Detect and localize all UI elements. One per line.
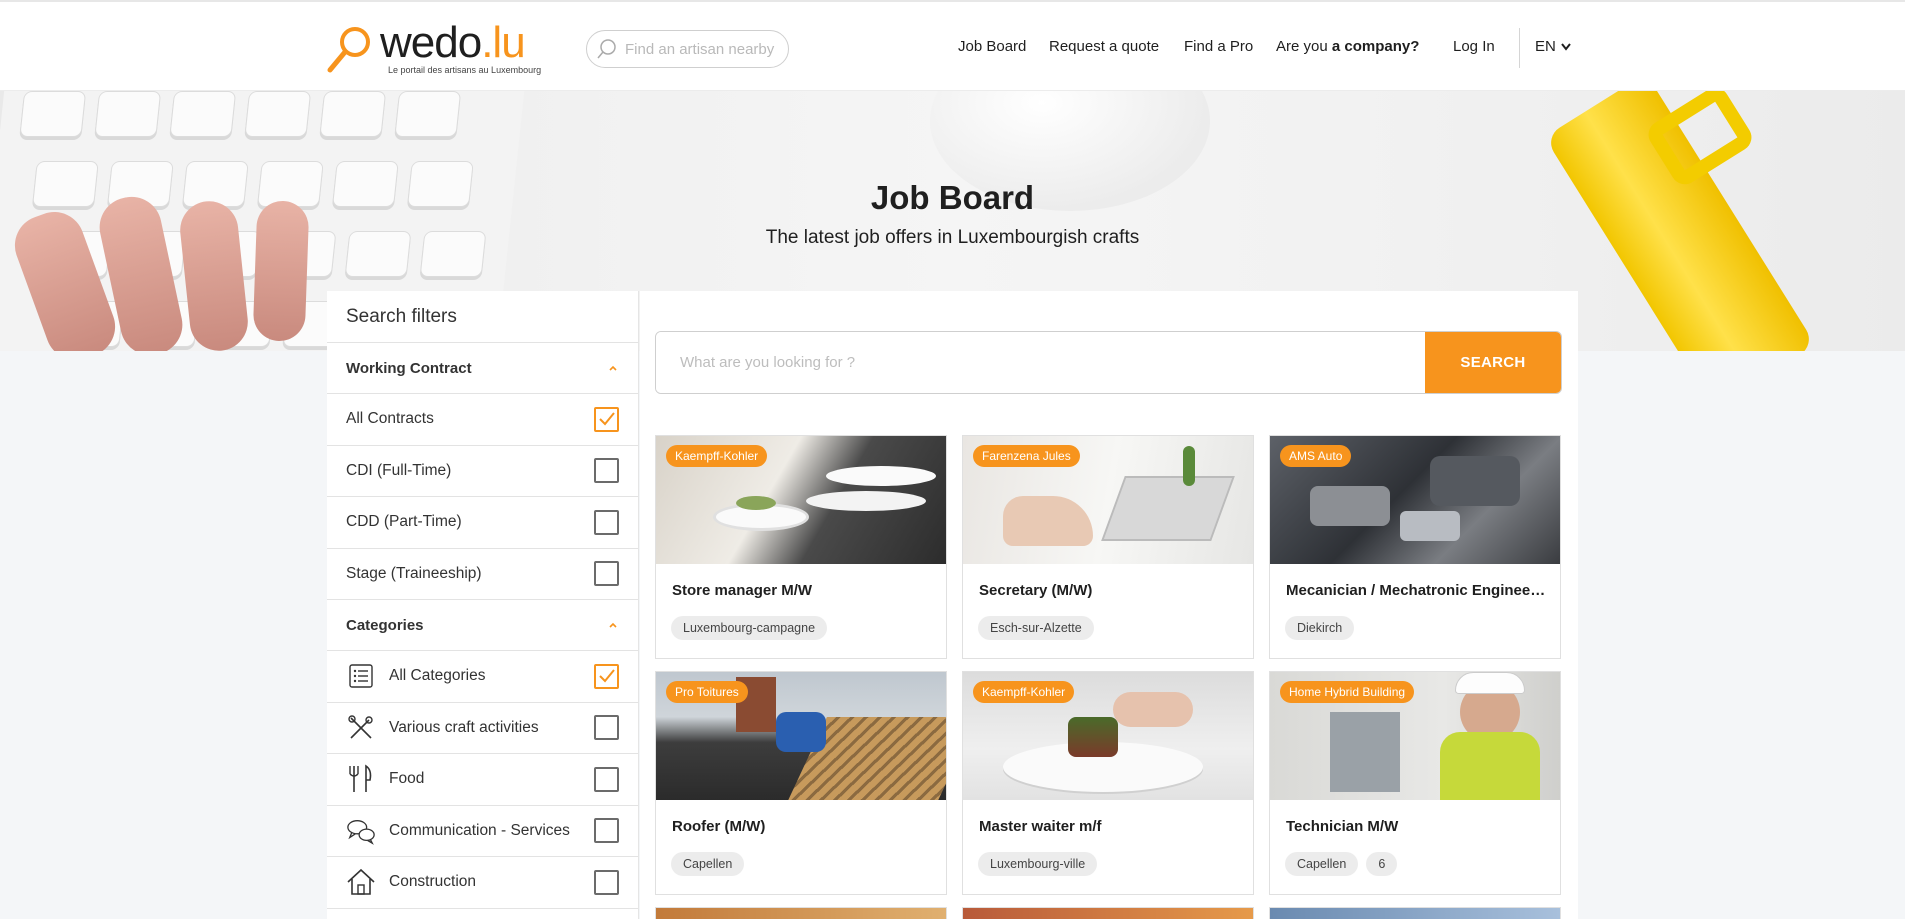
company-badge: AMS Auto — [1280, 445, 1352, 467]
job-card[interactable]: Home Hybrid Building Technician M/W Cape… — [1269, 671, 1561, 895]
job-image: Kaempff-Kohler — [963, 672, 1253, 800]
logo-wordmark: wedo.lu — [380, 18, 526, 67]
contract-option[interactable]: CDI (Full-Time) — [327, 446, 638, 497]
location-tag: Luxembourg-campagne — [671, 616, 828, 640]
contract-option[interactable]: All Contracts — [327, 394, 638, 446]
page-title: Job Board — [870, 179, 1035, 216]
job-results-panel: SEARCH Kaempff-Kohler Store manager M/W … — [640, 291, 1578, 919]
job-card[interactable] — [1269, 907, 1561, 919]
checkbox[interactable] — [594, 766, 619, 792]
category-option[interactable]: Communication - Services — [327, 806, 638, 857]
language-selector[interactable]: EN — [1535, 38, 1572, 55]
job-title: Roofer (M/W) — [672, 818, 766, 835]
company-badge: Kaempff-Kohler — [973, 681, 1075, 703]
location-tag: Luxembourg-ville — [978, 852, 1098, 876]
checkbox[interactable] — [594, 818, 619, 844]
chat-bubbles-icon — [346, 816, 376, 846]
language-label: EN — [1535, 38, 1556, 55]
job-search-bar: SEARCH — [655, 331, 1562, 394]
job-image: Kaempff-Kohler — [656, 436, 946, 564]
checkbox[interactable] — [594, 561, 619, 587]
checkbox-checked[interactable] — [594, 406, 619, 432]
filters-sidebar: Search filters Working Contract All Cont… — [327, 291, 639, 919]
chevron-down-icon — [1561, 42, 1571, 51]
list-icon — [346, 661, 376, 691]
job-card[interactable]: Kaempff-Kohler Master waiter m/f Luxembo… — [962, 671, 1254, 895]
tools-icon — [346, 713, 376, 743]
logo-tagline: Le portail des artisans au Luxembourg — [388, 65, 542, 75]
categories-section-label: Categories — [346, 616, 424, 634]
contract-section-label: Working Contract — [346, 359, 472, 377]
checkbox[interactable] — [594, 869, 619, 895]
location-tag: Capellen — [671, 852, 745, 876]
fork-knife-icon — [346, 764, 376, 794]
search-button[interactable]: SEARCH — [1425, 332, 1561, 393]
nav-job-board[interactable]: Job Board — [958, 38, 1026, 55]
job-title: Technician M/W — [1286, 818, 1399, 835]
job-card[interactable]: Farenzena Jules Secretary (M/W) Esch-sur… — [962, 435, 1254, 659]
categories-section-toggle[interactable]: Categories — [327, 600, 638, 651]
job-title: Secretary (M/W) — [979, 582, 1093, 599]
job-card[interactable]: Kaempff-Kohler Store manager M/W Luxembo… — [655, 435, 947, 659]
house-icon — [346, 867, 376, 897]
category-option[interactable]: Food — [327, 754, 638, 806]
company-badge: Pro Toitures — [666, 681, 748, 703]
count-tag: 6 — [1366, 852, 1398, 876]
checkbox[interactable] — [594, 715, 619, 741]
checkmark-icon — [598, 412, 615, 426]
nav-find-pro[interactable]: Find a Pro — [1184, 38, 1253, 55]
chevron-up-icon — [609, 622, 617, 628]
nav-login[interactable]: Log In — [1453, 38, 1495, 55]
company-badge: Kaempff-Kohler — [666, 445, 768, 467]
job-card[interactable] — [962, 907, 1254, 919]
job-image: AMS Auto — [1270, 436, 1560, 564]
category-option[interactable]: All Categories — [327, 651, 638, 703]
search-icon — [597, 39, 616, 59]
contract-section-toggle[interactable]: Working Contract — [327, 343, 638, 394]
location-tag: Capellen — [1285, 852, 1359, 876]
checkbox-checked[interactable] — [594, 663, 619, 689]
contract-option[interactable]: Stage (Traineeship) — [327, 549, 638, 600]
job-title: Mecanician / Mechatronic Engineer (... — [1286, 582, 1548, 599]
contract-option[interactable]: CDD (Part-Time) — [327, 497, 638, 549]
job-image: Home Hybrid Building — [1270, 672, 1560, 800]
chevron-up-icon — [609, 365, 617, 371]
artisan-search-input[interactable] — [625, 40, 785, 58]
checkmark-icon — [598, 669, 615, 683]
nav-company[interactable]: Are you a company? — [1276, 38, 1419, 55]
job-title: Master waiter m/f — [979, 818, 1102, 835]
nav-divider — [1519, 28, 1520, 68]
magnifier-logo-icon — [327, 27, 370, 73]
location-tag: Diekirch — [1285, 616, 1355, 640]
job-card[interactable]: AMS Auto Mecanician / Mechatronic Engine… — [1269, 435, 1561, 659]
company-badge: Farenzena Jules — [973, 445, 1080, 467]
page-subtitle: The latest job offers in Luxembourgish c… — [765, 227, 1140, 248]
job-card[interactable]: Pro Toitures Roofer (M/W) Capellen — [655, 671, 947, 895]
wedo-logo[interactable]: wedo.lu Le portail des artisans au Luxem… — [326, 18, 556, 77]
job-title: Store manager M/W — [672, 582, 813, 599]
site-header: wedo.lu Le portail des artisans au Luxem… — [0, 0, 1905, 91]
location-tag: Esch-sur-Alzette — [978, 616, 1094, 640]
checkbox[interactable] — [594, 509, 619, 535]
job-image: Pro Toitures — [656, 672, 946, 800]
filters-title: Search filters — [327, 291, 638, 343]
company-badge: Home Hybrid Building — [1280, 681, 1415, 703]
job-search-input[interactable] — [656, 332, 1425, 393]
artisan-search[interactable] — [586, 30, 789, 68]
category-option[interactable]: Construction — [327, 857, 638, 909]
job-card[interactable] — [655, 907, 947, 919]
checkbox[interactable] — [594, 458, 619, 484]
nav-request-quote[interactable]: Request a quote — [1049, 38, 1159, 55]
job-image: Farenzena Jules — [963, 436, 1253, 564]
category-option[interactable]: Various craft activities — [327, 703, 638, 754]
